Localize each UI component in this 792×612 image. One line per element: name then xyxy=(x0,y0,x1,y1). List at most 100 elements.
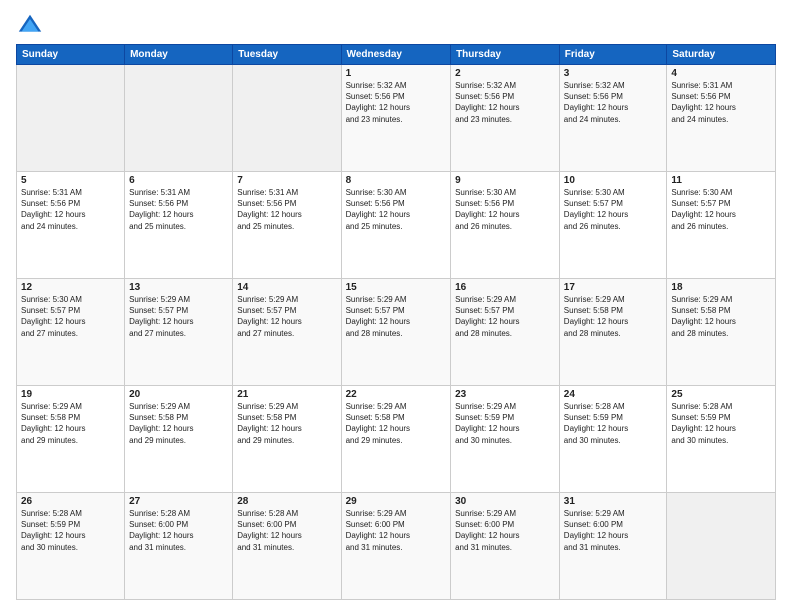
week-row-1: 1Sunrise: 5:32 AM Sunset: 5:56 PM Daylig… xyxy=(17,65,776,172)
day-cell: 28Sunrise: 5:28 AM Sunset: 6:00 PM Dayli… xyxy=(233,493,341,600)
calendar-body: 1Sunrise: 5:32 AM Sunset: 5:56 PM Daylig… xyxy=(17,65,776,600)
day-cell xyxy=(233,65,341,172)
day-number: 6 xyxy=(129,175,228,186)
day-number: 19 xyxy=(21,389,120,400)
day-number: 5 xyxy=(21,175,120,186)
day-cell: 15Sunrise: 5:29 AM Sunset: 5:57 PM Dayli… xyxy=(341,279,451,386)
weekday-header-sunday: Sunday xyxy=(17,45,125,65)
day-number: 14 xyxy=(237,282,336,293)
day-info: Sunrise: 5:29 AM Sunset: 5:58 PM Dayligh… xyxy=(671,294,771,339)
day-number: 17 xyxy=(564,282,663,293)
day-number: 16 xyxy=(455,282,555,293)
day-cell: 2Sunrise: 5:32 AM Sunset: 5:56 PM Daylig… xyxy=(451,65,560,172)
day-cell xyxy=(667,493,776,600)
day-info: Sunrise: 5:28 AM Sunset: 5:59 PM Dayligh… xyxy=(21,508,120,553)
day-number: 28 xyxy=(237,496,336,507)
week-row-4: 19Sunrise: 5:29 AM Sunset: 5:58 PM Dayli… xyxy=(17,386,776,493)
day-number: 30 xyxy=(455,496,555,507)
day-cell: 24Sunrise: 5:28 AM Sunset: 5:59 PM Dayli… xyxy=(559,386,667,493)
day-number: 20 xyxy=(129,389,228,400)
day-info: Sunrise: 5:31 AM Sunset: 5:56 PM Dayligh… xyxy=(129,187,228,232)
day-cell: 4Sunrise: 5:31 AM Sunset: 5:56 PM Daylig… xyxy=(667,65,776,172)
day-cell: 30Sunrise: 5:29 AM Sunset: 6:00 PM Dayli… xyxy=(451,493,560,600)
day-number: 11 xyxy=(671,175,771,186)
day-info: Sunrise: 5:29 AM Sunset: 5:57 PM Dayligh… xyxy=(237,294,336,339)
day-info: Sunrise: 5:31 AM Sunset: 5:56 PM Dayligh… xyxy=(237,187,336,232)
day-number: 7 xyxy=(237,175,336,186)
day-info: Sunrise: 5:30 AM Sunset: 5:57 PM Dayligh… xyxy=(564,187,663,232)
weekday-header-tuesday: Tuesday xyxy=(233,45,341,65)
day-number: 8 xyxy=(346,175,447,186)
day-cell: 31Sunrise: 5:29 AM Sunset: 6:00 PM Dayli… xyxy=(559,493,667,600)
day-cell: 27Sunrise: 5:28 AM Sunset: 6:00 PM Dayli… xyxy=(125,493,233,600)
day-cell: 14Sunrise: 5:29 AM Sunset: 5:57 PM Dayli… xyxy=(233,279,341,386)
logo xyxy=(16,12,48,40)
calendar: SundayMondayTuesdayWednesdayThursdayFrid… xyxy=(16,44,776,600)
day-cell: 5Sunrise: 5:31 AM Sunset: 5:56 PM Daylig… xyxy=(17,172,125,279)
day-number: 21 xyxy=(237,389,336,400)
day-number: 25 xyxy=(671,389,771,400)
day-cell: 29Sunrise: 5:29 AM Sunset: 6:00 PM Dayli… xyxy=(341,493,451,600)
day-info: Sunrise: 5:30 AM Sunset: 5:57 PM Dayligh… xyxy=(671,187,771,232)
day-info: Sunrise: 5:29 AM Sunset: 5:58 PM Dayligh… xyxy=(21,401,120,446)
day-number: 1 xyxy=(346,68,447,79)
day-number: 31 xyxy=(564,496,663,507)
weekday-header-thursday: Thursday xyxy=(451,45,560,65)
day-number: 13 xyxy=(129,282,228,293)
day-cell: 16Sunrise: 5:29 AM Sunset: 5:57 PM Dayli… xyxy=(451,279,560,386)
day-cell: 20Sunrise: 5:29 AM Sunset: 5:58 PM Dayli… xyxy=(125,386,233,493)
day-info: Sunrise: 5:28 AM Sunset: 5:59 PM Dayligh… xyxy=(564,401,663,446)
weekday-header-saturday: Saturday xyxy=(667,45,776,65)
day-number: 4 xyxy=(671,68,771,79)
day-number: 22 xyxy=(346,389,447,400)
day-cell: 11Sunrise: 5:30 AM Sunset: 5:57 PM Dayli… xyxy=(667,172,776,279)
weekday-row: SundayMondayTuesdayWednesdayThursdayFrid… xyxy=(17,45,776,65)
day-cell: 7Sunrise: 5:31 AM Sunset: 5:56 PM Daylig… xyxy=(233,172,341,279)
weekday-header-wednesday: Wednesday xyxy=(341,45,451,65)
day-cell: 3Sunrise: 5:32 AM Sunset: 5:56 PM Daylig… xyxy=(559,65,667,172)
day-info: Sunrise: 5:29 AM Sunset: 5:58 PM Dayligh… xyxy=(129,401,228,446)
weekday-header-friday: Friday xyxy=(559,45,667,65)
week-row-5: 26Sunrise: 5:28 AM Sunset: 5:59 PM Dayli… xyxy=(17,493,776,600)
logo-icon xyxy=(16,12,44,40)
day-cell xyxy=(17,65,125,172)
day-cell: 9Sunrise: 5:30 AM Sunset: 5:56 PM Daylig… xyxy=(451,172,560,279)
day-cell: 18Sunrise: 5:29 AM Sunset: 5:58 PM Dayli… xyxy=(667,279,776,386)
day-info: Sunrise: 5:29 AM Sunset: 5:58 PM Dayligh… xyxy=(564,294,663,339)
day-cell: 13Sunrise: 5:29 AM Sunset: 5:57 PM Dayli… xyxy=(125,279,233,386)
day-info: Sunrise: 5:29 AM Sunset: 5:57 PM Dayligh… xyxy=(455,294,555,339)
day-info: Sunrise: 5:30 AM Sunset: 5:56 PM Dayligh… xyxy=(346,187,447,232)
day-info: Sunrise: 5:29 AM Sunset: 6:00 PM Dayligh… xyxy=(346,508,447,553)
day-info: Sunrise: 5:31 AM Sunset: 5:56 PM Dayligh… xyxy=(671,80,771,125)
day-number: 23 xyxy=(455,389,555,400)
day-cell: 8Sunrise: 5:30 AM Sunset: 5:56 PM Daylig… xyxy=(341,172,451,279)
day-number: 9 xyxy=(455,175,555,186)
day-info: Sunrise: 5:32 AM Sunset: 5:56 PM Dayligh… xyxy=(346,80,447,125)
day-info: Sunrise: 5:29 AM Sunset: 6:00 PM Dayligh… xyxy=(455,508,555,553)
day-info: Sunrise: 5:29 AM Sunset: 5:57 PM Dayligh… xyxy=(346,294,447,339)
day-info: Sunrise: 5:30 AM Sunset: 5:57 PM Dayligh… xyxy=(21,294,120,339)
day-cell: 12Sunrise: 5:30 AM Sunset: 5:57 PM Dayli… xyxy=(17,279,125,386)
day-number: 10 xyxy=(564,175,663,186)
day-info: Sunrise: 5:29 AM Sunset: 5:58 PM Dayligh… xyxy=(346,401,447,446)
day-info: Sunrise: 5:32 AM Sunset: 5:56 PM Dayligh… xyxy=(564,80,663,125)
day-info: Sunrise: 5:28 AM Sunset: 5:59 PM Dayligh… xyxy=(671,401,771,446)
day-cell: 21Sunrise: 5:29 AM Sunset: 5:58 PM Dayli… xyxy=(233,386,341,493)
weekday-header-monday: Monday xyxy=(125,45,233,65)
day-info: Sunrise: 5:29 AM Sunset: 5:59 PM Dayligh… xyxy=(455,401,555,446)
day-number: 18 xyxy=(671,282,771,293)
day-number: 29 xyxy=(346,496,447,507)
day-cell: 10Sunrise: 5:30 AM Sunset: 5:57 PM Dayli… xyxy=(559,172,667,279)
day-cell xyxy=(125,65,233,172)
day-info: Sunrise: 5:30 AM Sunset: 5:56 PM Dayligh… xyxy=(455,187,555,232)
day-cell: 19Sunrise: 5:29 AM Sunset: 5:58 PM Dayli… xyxy=(17,386,125,493)
day-info: Sunrise: 5:32 AM Sunset: 5:56 PM Dayligh… xyxy=(455,80,555,125)
day-cell: 22Sunrise: 5:29 AM Sunset: 5:58 PM Dayli… xyxy=(341,386,451,493)
day-number: 26 xyxy=(21,496,120,507)
day-cell: 26Sunrise: 5:28 AM Sunset: 5:59 PM Dayli… xyxy=(17,493,125,600)
day-cell: 23Sunrise: 5:29 AM Sunset: 5:59 PM Dayli… xyxy=(451,386,560,493)
day-info: Sunrise: 5:29 AM Sunset: 5:57 PM Dayligh… xyxy=(129,294,228,339)
day-cell: 25Sunrise: 5:28 AM Sunset: 5:59 PM Dayli… xyxy=(667,386,776,493)
day-info: Sunrise: 5:29 AM Sunset: 6:00 PM Dayligh… xyxy=(564,508,663,553)
day-cell: 1Sunrise: 5:32 AM Sunset: 5:56 PM Daylig… xyxy=(341,65,451,172)
